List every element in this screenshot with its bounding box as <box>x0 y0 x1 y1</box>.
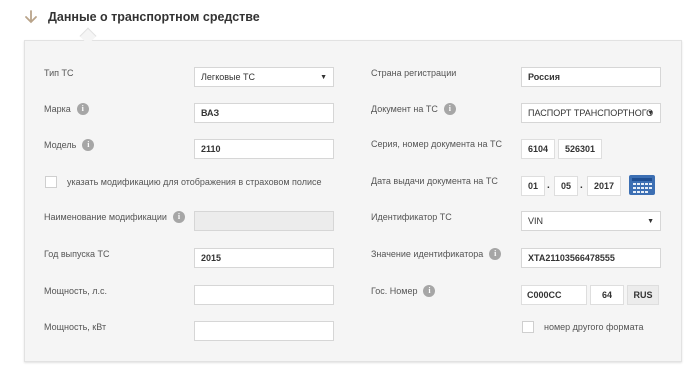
power-hp-input[interactable] <box>194 285 334 305</box>
identifier-value-text: XTA21103566478555 <box>528 253 615 263</box>
doc-number-input[interactable]: 526301 <box>558 139 602 159</box>
date-year-value: 2017 <box>593 181 615 191</box>
date-day-input[interactable]: 01 <box>521 176 545 196</box>
info-icon[interactable]: i <box>423 285 436 297</box>
other-format-label-text: номер другого формата <box>544 322 644 332</box>
arrow-down-icon <box>25 10 37 24</box>
identifier-value-label-text: Значение идентификатора <box>371 249 484 259</box>
doc-series-number-label-text: Серия, номер документа на ТС <box>371 139 502 149</box>
vehicle-type-label-text: Тип ТС <box>44 68 74 78</box>
date-separator: . <box>580 180 583 191</box>
vehicle-type-select[interactable]: Легковые ТС ▼ <box>194 67 334 87</box>
year-label: Год выпуска ТС <box>44 249 110 259</box>
doc-number-value: 526301 <box>564 144 596 154</box>
date-month-input[interactable]: 05 <box>554 176 578 196</box>
date-month-value: 05 <box>560 181 571 191</box>
country-value: Россия <box>528 72 560 82</box>
info-icon[interactable]: i <box>489 248 502 260</box>
plate-country-value: RUS <box>633 290 653 300</box>
modification-name-label-text: Наименование модификации <box>44 212 167 222</box>
info-icon[interactable]: i <box>76 103 89 115</box>
calendar-icon[interactable] <box>629 175 655 195</box>
doc-series-value: 6104 <box>527 144 549 154</box>
year-label-text: Год выпуска ТС <box>44 249 110 259</box>
section-header[interactable]: Данные о транспортном средстве <box>24 9 260 25</box>
identifier-select[interactable]: VIN ▼ <box>521 211 661 231</box>
year-value: 2015 <box>201 253 222 263</box>
vehicle-data-panel <box>24 40 682 362</box>
chevron-down-icon: ▼ <box>647 110 654 117</box>
doc-issue-date-label: Дата выдачи документа на ТС <box>371 176 498 186</box>
model-label-text: Модель <box>44 140 77 150</box>
country-input[interactable]: Россия <box>521 67 661 87</box>
document-value: ПАСПОРТ ТРАНСПОРТНОГО <box>528 108 654 118</box>
power-hp-label: Мощность, л.с. <box>44 286 107 296</box>
plate-label: Гос. Номер i <box>371 285 436 297</box>
brand-label-text: Марка <box>44 104 71 114</box>
identifier-value-input[interactable]: XTA21103566478555 <box>521 248 661 268</box>
info-icon[interactable]: i <box>443 103 456 115</box>
chevron-down-icon: ▼ <box>647 218 654 225</box>
identifier-label-text: Идентификатор ТС <box>371 212 452 222</box>
modification-checkbox[interactable] <box>45 176 57 188</box>
model-label: Модель i <box>44 139 95 151</box>
identifier-value-label: Значение идентификатора i <box>371 248 502 260</box>
country-label: Страна регистрации <box>371 68 456 78</box>
identifier-label: Идентификатор ТС <box>371 212 452 222</box>
info-icon[interactable]: i <box>172 211 185 223</box>
power-kw-label-text: Мощность, кВт <box>44 322 107 332</box>
plate-region-value: 64 <box>601 290 612 300</box>
other-format-checkbox[interactable] <box>522 321 534 333</box>
plate-region-input[interactable]: 64 <box>590 285 624 305</box>
section-title: Данные о транспортном средстве <box>48 10 260 24</box>
country-label-text: Страна регистрации <box>371 68 457 78</box>
doc-issue-date-label-text: Дата выдачи документа на ТС <box>371 176 498 186</box>
model-value: 2110 <box>201 144 221 154</box>
brand-label: Марка i <box>44 103 89 115</box>
modification-checkbox-label[interactable]: указать модификацию для отображения в ст… <box>67 177 322 187</box>
power-kw-label: Мощность, кВт <box>44 322 106 332</box>
vehicle-type-label: Тип ТС <box>44 68 74 78</box>
doc-series-number-label: Серия, номер документа на ТС <box>371 139 502 149</box>
modification-name-input <box>194 211 334 231</box>
info-icon[interactable]: i <box>82 139 95 151</box>
date-year-input[interactable]: 2017 <box>587 176 621 196</box>
document-select[interactable]: ПАСПОРТ ТРАНСПОРТНОГО ▼ <box>521 103 661 123</box>
brand-value: ВАЗ <box>201 108 220 118</box>
document-label: Документ на ТС i <box>371 103 456 115</box>
modification-name-label: Наименование модификации i <box>44 211 185 223</box>
date-day-value: 01 <box>527 181 538 191</box>
plate-label-text: Гос. Номер <box>371 286 418 296</box>
modification-checkbox-text: указать модификацию для отображения в ст… <box>67 177 322 187</box>
identifier-value: VIN <box>528 216 544 226</box>
power-hp-label-text: Мощность, л.с. <box>44 286 108 296</box>
other-format-label[interactable]: номер другого формата <box>544 322 643 332</box>
year-input[interactable]: 2015 <box>194 248 334 268</box>
power-kw-input[interactable] <box>194 321 334 341</box>
doc-series-input[interactable]: 6104 <box>521 139 555 159</box>
plate-country-badge: RUS <box>627 285 659 305</box>
document-label-text: Документ на ТС <box>371 104 438 114</box>
chevron-down-icon: ▼ <box>320 74 327 81</box>
date-separator: . <box>547 180 550 191</box>
plate-number-input[interactable]: С000СС <box>521 285 587 305</box>
vehicle-type-value: Легковые ТС <box>201 72 255 82</box>
brand-input[interactable]: ВАЗ <box>194 103 334 123</box>
model-input[interactable]: 2110 <box>194 139 334 159</box>
plate-number-value: С000СС <box>527 290 562 300</box>
